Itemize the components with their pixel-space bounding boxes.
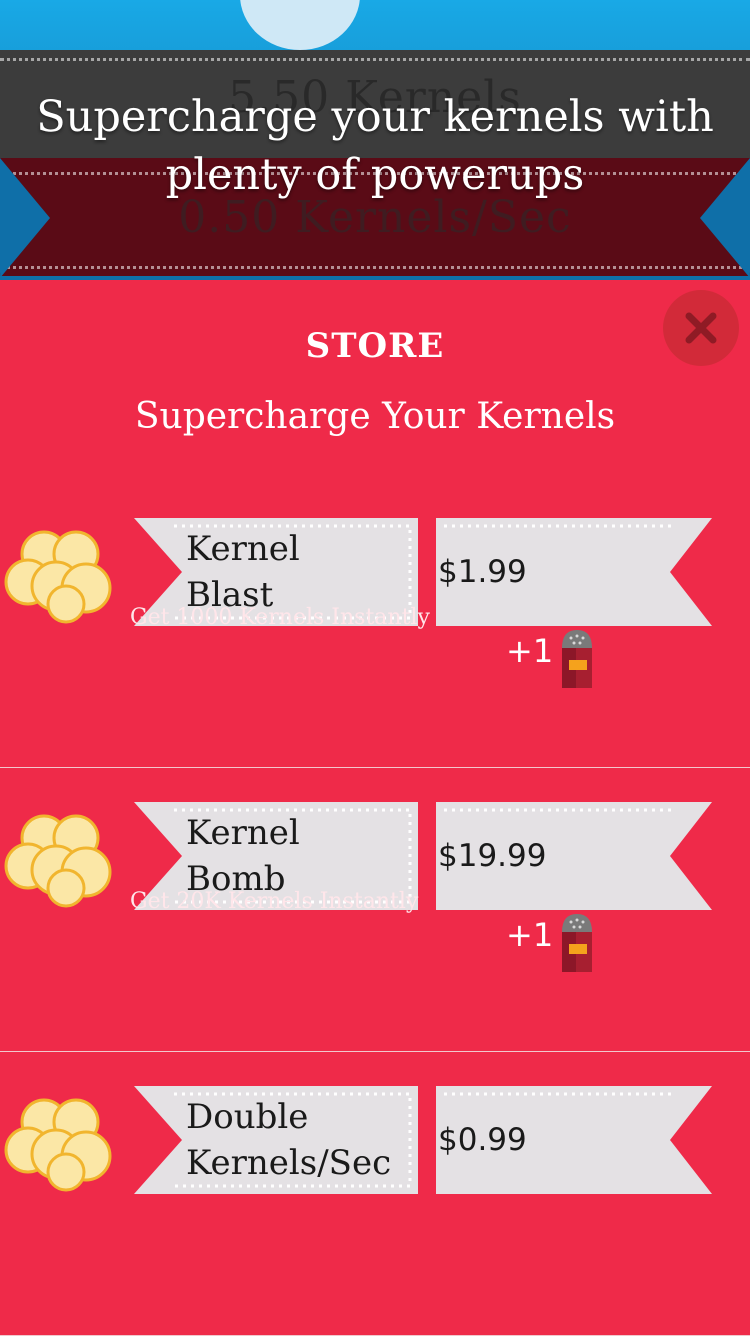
item-name: Double Kernels/Sec: [186, 1094, 416, 1186]
stitch-line: [0, 266, 750, 269]
popcorn-icon: [4, 1098, 112, 1192]
price-button[interactable]: $0.99: [436, 1086, 712, 1194]
store-title: STORE: [305, 326, 445, 366]
item-price: $1.99: [438, 554, 527, 590]
store-item-kernel-bomb[interactable]: Kernel Bomb $19.99 Get 20K Kernels Insta…: [0, 768, 750, 1052]
salt-shaker-icon: [562, 914, 592, 972]
popcorn-icon: [4, 530, 112, 624]
caption-line-2: plenty of powerups: [165, 150, 585, 200]
popcorn-icon: [4, 814, 112, 908]
item-name-line-1: Kernel: [186, 813, 300, 853]
item-price: $0.99: [438, 1122, 527, 1158]
item-description: Get 20K Kernels Instantly: [130, 889, 419, 914]
salt-shaker-icon: [562, 630, 592, 688]
bonus-count: +1: [506, 916, 554, 954]
item-description: Get 1000 Kernels Instantly: [130, 605, 430, 630]
store-subtitle: Supercharge Your Kernels: [134, 396, 616, 437]
item-name-line-2: Kernels/Sec: [186, 1143, 392, 1183]
item-bonus: +1: [506, 912, 606, 976]
item-price: $19.99: [438, 838, 547, 874]
store-item-double-kernels[interactable]: Double Kernels/Sec $0.99: [0, 1052, 750, 1336]
bonus-count: +1: [506, 632, 554, 670]
caption-line-1: Supercharge your kernels with: [36, 92, 714, 142]
item-name-line-1: Double: [186, 1097, 309, 1137]
stitch-line: [0, 58, 750, 61]
price-button[interactable]: $19.99: [436, 802, 712, 910]
item-bonus: +1: [506, 628, 606, 692]
price-button[interactable]: $1.99: [436, 518, 712, 626]
item-name-ribbon[interactable]: Double Kernels/Sec: [134, 1086, 418, 1194]
store-item-kernel-blast[interactable]: Kernel Blast $1.99 Get 1000 Kernels Inst…: [0, 484, 750, 768]
promo-caption: Supercharge your kernels with plenty of …: [0, 88, 750, 204]
item-name-line-1: Kernel: [186, 529, 300, 569]
